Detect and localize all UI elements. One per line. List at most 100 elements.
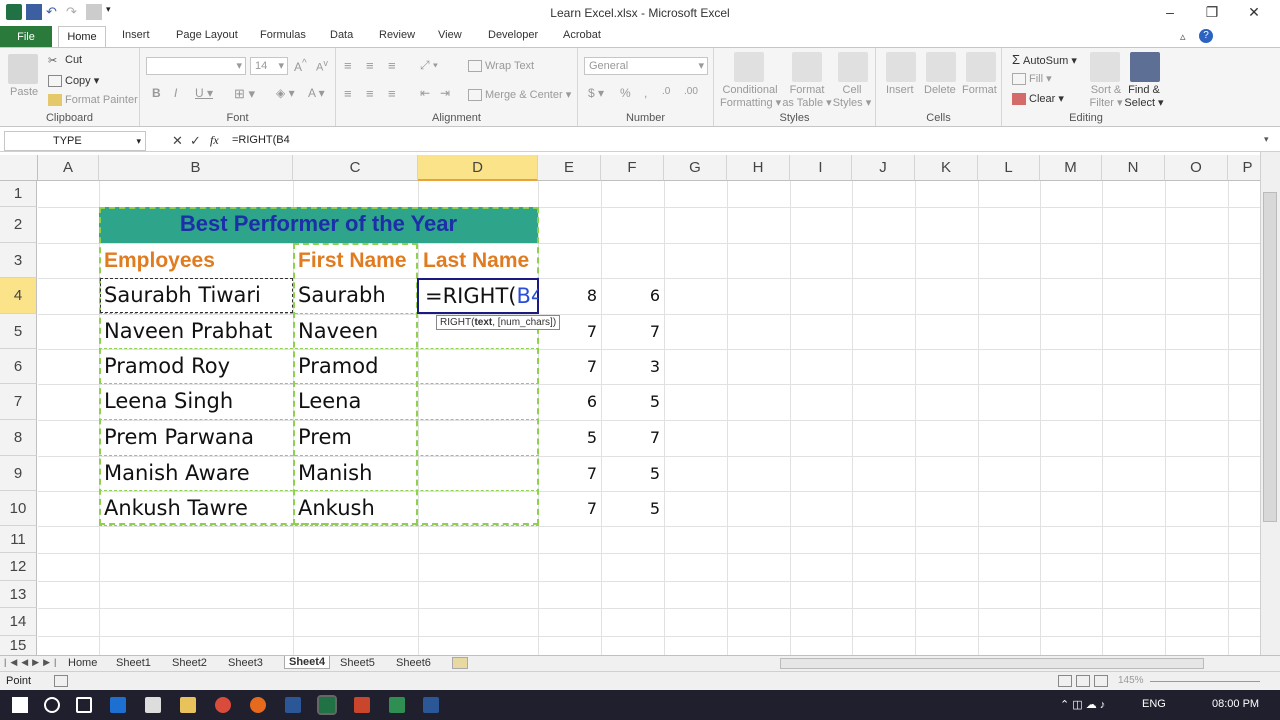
column-header-d[interactable]: D — [418, 155, 538, 181]
orientation-icon[interactable]: ⤢ ▾ — [420, 58, 438, 73]
indent-decrease-icon[interactable]: ⇤ — [420, 86, 430, 100]
sheet-tab-sheet3[interactable]: Sheet3 — [228, 657, 263, 669]
font-name-select[interactable]: ▾ — [146, 57, 246, 75]
file-explorer-icon[interactable] — [180, 697, 196, 713]
tab-formulas[interactable]: Formulas — [260, 29, 306, 41]
column-header-i[interactable]: I — [790, 155, 852, 181]
col-f-cell[interactable]: 5 — [601, 491, 664, 526]
row-header-14[interactable]: 14 — [0, 608, 37, 636]
column-header-h[interactable]: H — [727, 155, 790, 181]
employee-cell[interactable]: Leena Singh — [99, 384, 293, 420]
row-header-10[interactable]: 10 — [0, 491, 37, 526]
align-top-icon[interactable]: ≡ — [344, 58, 352, 73]
column-header-g[interactable]: G — [664, 155, 727, 181]
column-header-n[interactable]: N — [1102, 155, 1165, 181]
col-f-cell[interactable]: 6 — [601, 278, 664, 314]
clock[interactable]: 08:00 PM — [1212, 698, 1259, 710]
search-icon[interactable] — [44, 697, 60, 713]
first-name-cell[interactable]: Naveen — [293, 314, 418, 349]
language-indicator[interactable]: ENG — [1142, 698, 1166, 710]
cancel-icon[interactable]: ✕ — [172, 133, 183, 149]
sheet-tab-sheet5[interactable]: Sheet5 — [340, 657, 375, 669]
fill-button[interactable]: Fill ▾ — [1012, 72, 1052, 86]
col-f-cell[interactable]: 3 — [601, 349, 664, 384]
sheet-tab-sheet2[interactable]: Sheet2 — [172, 657, 207, 669]
sort-filter-icon[interactable] — [1090, 52, 1120, 82]
zoom-slider[interactable] — [1150, 681, 1260, 682]
increase-decimal-icon[interactable]: .0 — [662, 86, 670, 97]
help-icon[interactable]: ? — [1199, 29, 1213, 43]
row-header-7[interactable]: 7 — [0, 384, 37, 420]
tab-developer[interactable]: Developer — [488, 29, 538, 41]
align-left-icon[interactable]: ≡ — [344, 86, 352, 101]
insert-cells-icon[interactable] — [886, 52, 916, 82]
column-header-o[interactable]: O — [1165, 155, 1228, 181]
powerpoint-icon[interactable] — [354, 697, 370, 713]
tab-page-layout[interactable]: Page Layout — [176, 29, 238, 41]
format-as-table-icon[interactable] — [792, 52, 822, 82]
shrink-font-icon[interactable]: Av — [316, 58, 328, 74]
paste-button[interactable]: Paste — [10, 86, 38, 98]
conditional-formatting-button[interactable]: Conditional Formatting ▾ — [720, 84, 781, 109]
worksheet-grid[interactable]: ABCDEFGHIJKLMNOP 1 2 3 4 5 6 7 8 9 10 11 12 13 14 15 B… — [0, 155, 1260, 655]
word-icon[interactable] — [285, 697, 301, 713]
edge-icon[interactable] — [110, 697, 126, 713]
delete-cells-button[interactable]: Delete — [924, 84, 956, 96]
tab-home[interactable]: Home — [58, 26, 106, 48]
windows-start-icon[interactable] — [12, 697, 28, 713]
row-header-6[interactable]: 6 — [0, 349, 37, 384]
column-header-c[interactable]: C — [293, 155, 418, 181]
bold-icon[interactable]: B — [152, 86, 161, 100]
format-as-table-button[interactable]: Format as Table ▾ — [782, 84, 832, 109]
format-cells-button[interactable]: Format — [962, 84, 997, 96]
first-name-cell[interactable]: Prem — [293, 420, 418, 456]
merge-center-button[interactable]: Merge & Center ▾ — [468, 88, 571, 102]
autosum-button[interactable]: Σ AutoSum ▾ — [1012, 52, 1077, 67]
find-select-button[interactable]: Find & Select ▾ — [1124, 84, 1164, 109]
active-cell-d4[interactable]: =RIGHT(B4 — [417, 278, 539, 314]
cell-styles-button[interactable]: Cell Styles ▾ — [832, 84, 872, 109]
clear-button[interactable]: Clear ▾ — [1012, 92, 1064, 106]
row-header-3[interactable]: 3 — [0, 243, 37, 278]
expand-formula-bar-icon[interactable]: ▾ — [1264, 134, 1269, 145]
ribbon-minimize-icon[interactable]: ▵ — [1180, 30, 1186, 43]
italic-icon[interactable]: I — [174, 86, 177, 100]
format-painter-button[interactable]: Format Painter — [48, 94, 138, 107]
cut-button[interactable]: ✂ Cut — [48, 54, 82, 67]
conditional-formatting-icon[interactable] — [734, 52, 764, 82]
vertical-scrollbar[interactable] — [1260, 152, 1280, 655]
excel-2-icon[interactable] — [389, 697, 405, 713]
format-cells-icon[interactable] — [966, 52, 996, 82]
table-header-cell[interactable]: First Name — [293, 243, 418, 278]
column-header-e[interactable]: E — [538, 155, 601, 181]
tab-review[interactable]: Review — [379, 29, 415, 41]
firefox-icon[interactable] — [250, 697, 266, 713]
close-button[interactable]: ✕ — [1234, 4, 1274, 21]
employee-cell[interactable]: Pramod Roy — [99, 349, 293, 384]
sheet-tab-sheet4[interactable]: Sheet4 — [284, 656, 331, 669]
sheet-nav-arrows-icon[interactable]: |◀◀▶▶| — [4, 657, 60, 668]
macro-record-icon[interactable] — [54, 675, 68, 687]
binoculars-icon[interactable] — [1130, 52, 1160, 82]
store-icon[interactable] — [145, 697, 161, 713]
first-name-cell[interactable]: Leena — [293, 384, 418, 420]
column-header-b[interactable]: B — [99, 155, 293, 181]
first-name-cell[interactable]: Manish — [293, 456, 418, 491]
number-format-select[interactable]: General ▾ — [584, 57, 708, 75]
col-e-cell[interactable]: 7 — [538, 491, 601, 526]
row-header-15[interactable]: 15 — [0, 636, 37, 655]
row-header-5[interactable]: 5 — [0, 314, 37, 349]
col-e-cell[interactable]: 7 — [538, 456, 601, 491]
column-header-a[interactable]: A — [38, 155, 99, 181]
tab-data[interactable]: Data — [330, 29, 353, 41]
decrease-decimal-icon[interactable]: .00 — [684, 86, 698, 97]
insert-sheet-icon[interactable] — [452, 657, 468, 669]
col-f-cell[interactable]: 7 — [601, 420, 664, 456]
col-e-cell[interactable]: 8 — [538, 278, 601, 314]
percent-icon[interactable]: % — [620, 86, 631, 100]
chrome-icon[interactable] — [215, 697, 231, 713]
sheet-tab-sheet6[interactable]: Sheet6 — [396, 657, 431, 669]
insert-cells-button[interactable]: Insert — [886, 84, 914, 96]
align-center-icon[interactable]: ≡ — [366, 86, 374, 101]
col-e-cell[interactable]: 5 — [538, 420, 601, 456]
